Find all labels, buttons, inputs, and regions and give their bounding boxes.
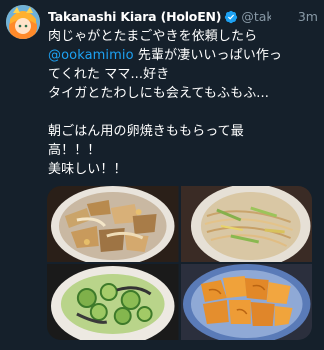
avatar-image — [6, 5, 40, 39]
tweet-text: 肉じゃがとたまごやきを依頼したら @ookamimio 先輩が凄いいっぱい作っ … — [48, 27, 318, 179]
photo-noodle-salad[interactable] — [180, 186, 313, 262]
photo-nikujaga[interactable] — [47, 186, 179, 262]
tweet-text-line: 朝ごはん用の卵焼きももらって最 — [48, 124, 244, 139]
tweet-text-fragment: 先輩が凄いいっぱい作っ — [133, 48, 283, 63]
avatar[interactable] — [6, 5, 40, 39]
tweet-text-line: 肉じゃがとたまごやきを依頼したら — [48, 29, 258, 44]
author-handle[interactable]: @tak... — [241, 8, 271, 26]
photo-tamagoyaki[interactable] — [180, 264, 313, 340]
tweet-text-line: 高！！！ — [48, 143, 101, 158]
tweet-text-line: てくれた ママ...好き — [48, 67, 170, 82]
photo-cucumber-salad[interactable] — [47, 264, 179, 340]
author-name[interactable]: Takanashi Kiara (HoloEN) — [48, 8, 222, 26]
tweet-text-line: タイガとたわしにも会えてもふもふ... — [48, 86, 269, 101]
tweet-header: Takanashi Kiara (HoloEN) @tak... 3m — [48, 8, 318, 26]
tweet-timestamp[interactable]: 3m — [294, 8, 318, 26]
mention-link[interactable]: @ookamimio — [48, 48, 134, 63]
tweet-text-line: @ookamimio 先輩が凄いいっぱい作っ — [48, 46, 318, 65]
tweet-card[interactable]: Takanashi Kiara (HoloEN) @tak... 3m 肉じゃが… — [0, 0, 324, 350]
media-grid — [47, 186, 312, 340]
tweet-text-line: 美味しい！！ — [48, 162, 127, 177]
verified-badge-icon — [225, 10, 238, 24]
